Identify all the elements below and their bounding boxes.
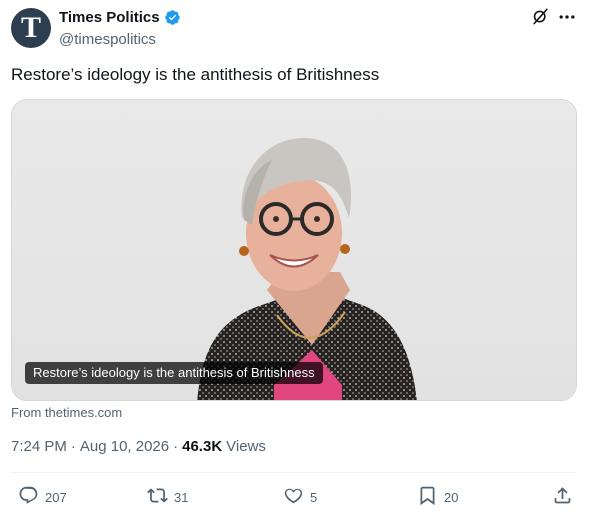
verified-badge-icon[interactable] bbox=[164, 9, 181, 26]
tweet-meta: 7:24 PM · Aug 10, 2026 · 46.3K Views bbox=[11, 438, 266, 455]
tweet-text: Restore’s ideology is the antithesis of … bbox=[11, 65, 380, 84]
like-button[interactable]: 5 bbox=[283, 485, 317, 509]
reply-count: 207 bbox=[45, 489, 67, 505]
grok-icon bbox=[531, 7, 550, 31]
like-count: 5 bbox=[310, 489, 318, 505]
grok-button[interactable] bbox=[530, 7, 550, 31]
reply-button[interactable]: 207 bbox=[18, 485, 67, 509]
meta-separator: · bbox=[173, 438, 179, 455]
share-button[interactable] bbox=[552, 485, 573, 509]
card-title: Restore’s ideology is the antithesis of … bbox=[25, 362, 323, 384]
tweet: T Times Politics @timespolitics Restore’… bbox=[0, 0, 591, 520]
tweet-date[interactable]: Aug 10, 2026 bbox=[80, 438, 169, 455]
author-handle[interactable]: @timespolitics bbox=[59, 31, 156, 48]
author-display-name[interactable]: Times Politics bbox=[59, 9, 160, 26]
bookmark-icon bbox=[417, 485, 438, 509]
link-card[interactable]: Restore’s ideology is the antithesis of … bbox=[11, 99, 577, 401]
tweet-time[interactable]: 7:24 PM bbox=[11, 438, 67, 455]
views-label: Views bbox=[226, 438, 266, 455]
avatar-letter: T bbox=[20, 11, 41, 44]
author-name-row: Times Politics bbox=[59, 9, 181, 26]
bookmark-button[interactable]: 20 bbox=[417, 485, 458, 509]
views-count: 46.3K bbox=[182, 438, 223, 455]
repost-count: 31 bbox=[174, 489, 189, 505]
share-icon bbox=[552, 485, 573, 509]
card-source[interactable]: From thetimes.com bbox=[11, 405, 122, 420]
more-icon bbox=[557, 7, 577, 32]
avatar[interactable]: T bbox=[11, 8, 51, 48]
portrait-photo bbox=[12, 100, 576, 400]
like-icon bbox=[283, 485, 304, 509]
reply-icon bbox=[18, 485, 39, 509]
repost-button[interactable]: 31 bbox=[147, 485, 188, 509]
more-button[interactable] bbox=[556, 9, 578, 29]
bookmark-count: 20 bbox=[444, 489, 459, 505]
repost-icon bbox=[147, 485, 168, 509]
meta-separator: · bbox=[70, 438, 76, 455]
card-image bbox=[12, 100, 576, 400]
divider bbox=[11, 472, 577, 473]
